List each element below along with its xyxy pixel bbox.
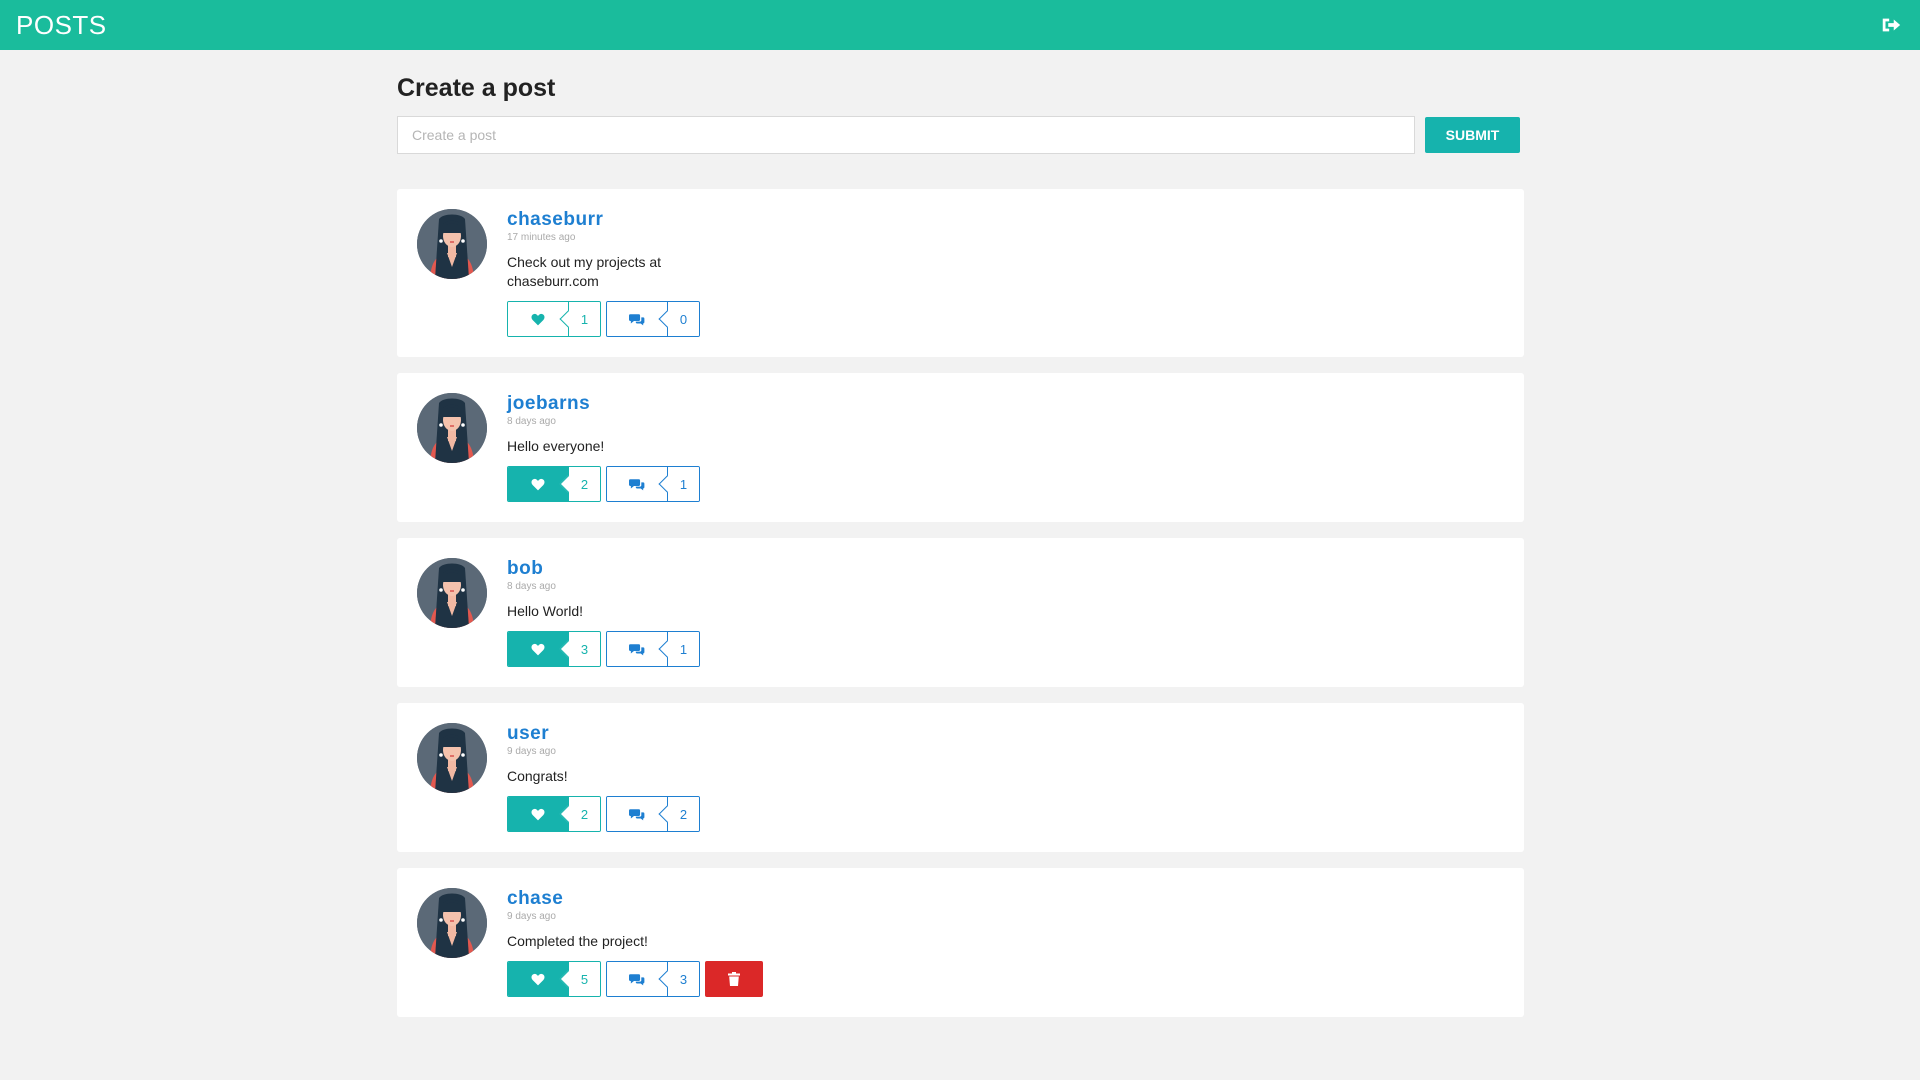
comment-count: 3 <box>667 962 699 996</box>
create-post-input[interactable] <box>397 116 1415 154</box>
like-count: 2 <box>568 797 600 831</box>
like-count: 1 <box>568 302 600 336</box>
avatar <box>417 888 487 958</box>
post-list: chaseburr 17 minutes ago Check out my pr… <box>397 189 1524 1017</box>
comment-button[interactable]: 0 <box>606 301 700 337</box>
comment-button[interactable]: 3 <box>606 961 700 997</box>
create-post-heading: Create a post <box>397 74 556 102</box>
like-button[interactable]: 2 <box>507 796 601 832</box>
post-content: Congrats! <box>507 768 568 784</box>
comment-count: 1 <box>667 632 699 666</box>
post-card: chaseburr 17 minutes ago Check out my pr… <box>397 189 1524 357</box>
post-actions: 3 1 <box>507 631 1524 667</box>
post-username[interactable]: bob <box>507 558 543 580</box>
post-card: joebarns 8 days ago Hello everyone! 2 1 <box>397 373 1524 522</box>
main-content: Create a post SUBMIT chaseburr 17 minute… <box>397 50 1524 1033</box>
comment-count: 0 <box>667 302 699 336</box>
post-content: Hello everyone! <box>507 438 605 454</box>
comment-button[interactable]: 1 <box>606 631 700 667</box>
post-timestamp: 9 days ago <box>507 911 556 922</box>
create-post-form: SUBMIT <box>397 116 1524 154</box>
trash-icon <box>728 972 740 986</box>
comment-button[interactable]: 2 <box>606 796 700 832</box>
like-count: 3 <box>568 632 600 666</box>
post-content: Hello World! <box>507 603 583 619</box>
comment-count: 1 <box>667 467 699 501</box>
app-title: POSTS <box>16 9 107 40</box>
post-username[interactable]: joebarns <box>507 393 590 415</box>
post-card: user 9 days ago Congrats! 2 2 <box>397 703 1524 852</box>
top-nav-bar: POSTS <box>0 0 1920 50</box>
post-timestamp: 17 minutes ago <box>507 232 576 243</box>
post-timestamp: 8 days ago <box>507 581 556 592</box>
like-button[interactable]: 1 <box>507 301 601 337</box>
post-username[interactable]: chaseburr <box>507 209 603 231</box>
like-button[interactable]: 5 <box>507 961 601 997</box>
post-content: Completed the project! <box>507 933 648 949</box>
delete-post-button[interactable] <box>705 961 763 997</box>
like-count: 2 <box>568 467 600 501</box>
sign-out-icon[interactable] <box>1880 14 1902 36</box>
post-actions: 2 1 <box>507 466 1524 502</box>
submit-button[interactable]: SUBMIT <box>1425 117 1520 153</box>
post-card: bob 8 days ago Hello World! 3 1 <box>397 538 1524 687</box>
avatar <box>417 393 487 463</box>
avatar <box>417 209 487 279</box>
post-actions: 2 2 <box>507 796 1524 832</box>
post-actions: 1 0 <box>507 301 1524 337</box>
comment-button[interactable]: 1 <box>606 466 700 502</box>
like-button[interactable]: 2 <box>507 466 601 502</box>
avatar <box>417 723 487 793</box>
like-count: 5 <box>568 962 600 996</box>
post-username[interactable]: chase <box>507 888 563 910</box>
comment-count: 2 <box>667 797 699 831</box>
post-actions: 5 3 <box>507 961 1524 997</box>
post-card: chase 9 days ago Completed the project! … <box>397 868 1524 1017</box>
post-timestamp: 8 days ago <box>507 416 556 427</box>
post-timestamp: 9 days ago <box>507 746 556 757</box>
avatar <box>417 558 487 628</box>
like-button[interactable]: 3 <box>507 631 601 667</box>
post-username[interactable]: user <box>507 723 549 745</box>
post-content: Check out my projects at chaseburr.com <box>507 254 662 289</box>
